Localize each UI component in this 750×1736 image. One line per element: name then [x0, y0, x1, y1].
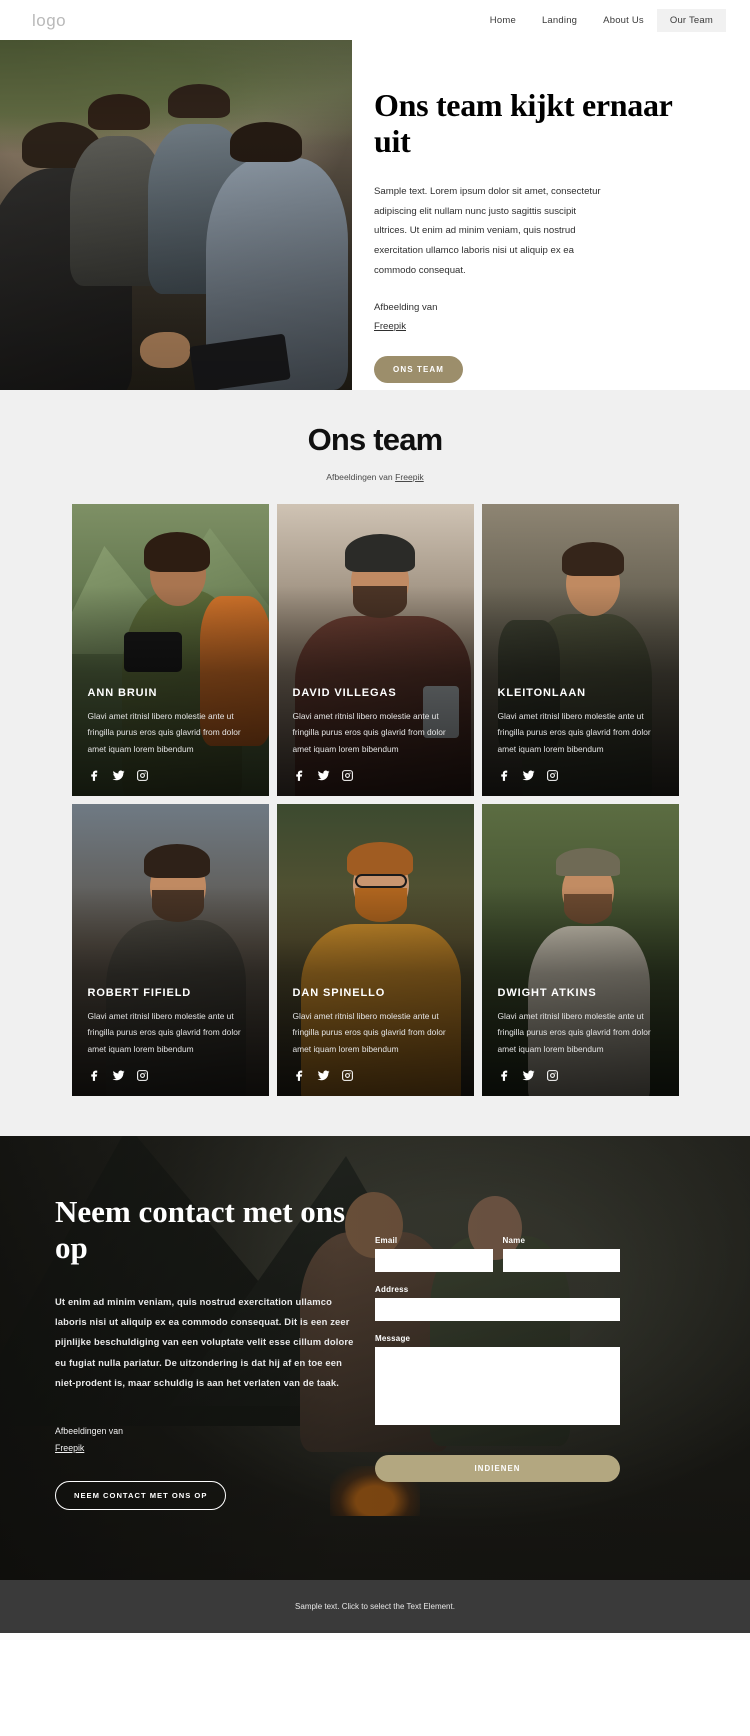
- field-email: Email: [375, 1236, 493, 1272]
- twitter-icon[interactable]: [112, 769, 125, 782]
- team-member-name: ANN BRUIN: [87, 686, 158, 699]
- message-label: Message: [375, 1334, 411, 1343]
- team-card[interactable]: KLEITONLAAN Glavi amet ritnisl libero mo…: [481, 504, 679, 796]
- social-links: [88, 1069, 253, 1082]
- contact-title: Neem contact met ons op: [55, 1194, 346, 1265]
- site-header: logo Home Landing About Us Our Team: [0, 0, 750, 40]
- instagram-icon[interactable]: [546, 769, 559, 782]
- social-links: [293, 769, 458, 782]
- message-input[interactable]: [375, 1347, 620, 1425]
- form-row-email-name: Email Name: [375, 1236, 620, 1272]
- contact-form: Email Name Address Message INDIENEN: [375, 1194, 620, 1510]
- contact-cta-button[interactable]: NEEM CONTACT MET ONS OP: [55, 1481, 227, 1511]
- contact-body-text: Ut enim ad minim veniam, quis nostrud ex…: [55, 1295, 354, 1388]
- nav-item-our-team[interactable]: Our Team: [656, 8, 726, 32]
- hero-credit-link[interactable]: Freepik: [374, 318, 700, 337]
- team-section: Ons team Afbeeldingen van Freepik ANN BR…: [0, 390, 750, 1136]
- contact-text-block: Neem contact met ons op Ut enim ad minim…: [55, 1194, 355, 1511]
- team-member-name: DAVID VILLEGAS: [292, 686, 397, 699]
- team-subtitle-link[interactable]: Freepik: [395, 472, 424, 482]
- email-input[interactable]: [375, 1249, 493, 1272]
- email-label: Email: [375, 1236, 398, 1245]
- name-label: Name: [502, 1236, 526, 1245]
- address-input[interactable]: [375, 1298, 620, 1321]
- nav-item-home[interactable]: Home: [477, 9, 529, 32]
- contact-credit-label: Afbeeldingen van: [55, 1426, 123, 1436]
- team-card[interactable]: DWIGHT ATKINS Glavi amet ritnisl libero …: [481, 804, 679, 1096]
- logo[interactable]: logo: [32, 12, 66, 29]
- hero-body-text: Sample text. Lorem ipsum dolor sit amet,…: [374, 185, 601, 276]
- social-links: [88, 769, 253, 782]
- social-links: [293, 1069, 458, 1082]
- facebook-icon[interactable]: [293, 1069, 306, 1082]
- instagram-icon[interactable]: [341, 769, 354, 782]
- submit-button[interactable]: INDIENEN: [375, 1455, 620, 1482]
- twitter-icon[interactable]: [522, 1069, 535, 1082]
- field-name: Name: [502, 1236, 620, 1272]
- field-address: Address: [375, 1285, 620, 1321]
- facebook-icon[interactable]: [88, 769, 101, 782]
- instagram-icon[interactable]: [136, 769, 149, 782]
- team-member-description: Glavi amet ritnisl libero molestie ante …: [87, 710, 241, 754]
- hero-section: Ons team kijkt ernaar uit Sample text. L…: [0, 40, 750, 390]
- hero-title: Ons team kijkt ernaar uit: [374, 87, 672, 160]
- nav-item-landing[interactable]: Landing: [529, 9, 590, 32]
- team-member-description: Glavi amet ritnisl libero molestie ante …: [292, 710, 446, 754]
- facebook-icon[interactable]: [88, 1069, 101, 1082]
- address-label: Address: [375, 1285, 409, 1294]
- team-member-description: Glavi amet ritnisl libero molestie ante …: [497, 710, 651, 754]
- instagram-icon[interactable]: [546, 1069, 559, 1082]
- footer-text[interactable]: Sample text. Click to select the Text El…: [0, 1602, 750, 1611]
- contact-credit-link[interactable]: Freepik: [55, 1440, 355, 1457]
- team-member-name: DAN SPINELLO: [292, 986, 386, 999]
- field-message: Message: [375, 1334, 620, 1430]
- team-member-name: KLEITONLAAN: [497, 686, 587, 699]
- social-links: [498, 769, 663, 782]
- team-member-name: ROBERT FIFIELD: [87, 986, 192, 999]
- nav-item-about-us[interactable]: About Us: [590, 9, 657, 32]
- team-card[interactable]: DAVID VILLEGAS Glavi amet ritnisl libero…: [276, 504, 474, 796]
- hero-photo-art: [0, 40, 352, 390]
- team-member-description: Glavi amet ritnisl libero molestie ante …: [292, 1010, 446, 1054]
- instagram-icon[interactable]: [341, 1069, 354, 1082]
- twitter-icon[interactable]: [317, 769, 330, 782]
- social-links: [498, 1069, 663, 1082]
- team-section-subtitle: Afbeeldingen van Freepik: [0, 472, 750, 482]
- team-subtitle-prefix: Afbeeldingen van: [326, 472, 396, 482]
- team-card[interactable]: ROBERT FIFIELD Glavi amet ritnisl libero…: [71, 804, 269, 1096]
- twitter-icon[interactable]: [522, 769, 535, 782]
- team-member-name: DWIGHT ATKINS: [497, 986, 597, 999]
- contact-credit: Afbeeldingen van Freepik: [55, 1423, 355, 1457]
- team-card[interactable]: ANN BRUIN Glavi amet ritnisl libero mole…: [71, 504, 269, 796]
- team-card[interactable]: DAN SPINELLO Glavi amet ritnisl libero m…: [276, 804, 474, 1096]
- hero-credit-label: Afbeelding van: [374, 302, 438, 314]
- team-member-description: Glavi amet ritnisl libero molestie ante …: [87, 1010, 241, 1054]
- name-input[interactable]: [502, 1249, 620, 1272]
- twitter-icon[interactable]: [112, 1069, 125, 1082]
- instagram-icon[interactable]: [136, 1069, 149, 1082]
- hero-credit: Afbeelding van Freepik: [374, 299, 700, 336]
- page-root: logo Home Landing About Us Our Team Ons …: [0, 0, 750, 1634]
- ons-team-button[interactable]: ONS TEAM: [374, 355, 464, 383]
- team-member-description: Glavi amet ritnisl libero molestie ante …: [497, 1010, 651, 1054]
- facebook-icon[interactable]: [293, 769, 306, 782]
- facebook-icon[interactable]: [498, 769, 511, 782]
- team-grid: ANN BRUIN Glavi amet ritnisl libero mole…: [0, 504, 750, 1096]
- site-footer: Sample text. Click to select the Text El…: [0, 1580, 750, 1634]
- twitter-icon[interactable]: [317, 1069, 330, 1082]
- main-navigation: Home Landing About Us Our Team: [477, 8, 726, 32]
- contact-section: Neem contact met ons op Ut enim ad minim…: [0, 1136, 750, 1581]
- hero-image: [0, 40, 352, 390]
- hero-text-block: Ons team kijkt ernaar uit Sample text. L…: [352, 40, 750, 390]
- facebook-icon[interactable]: [498, 1069, 511, 1082]
- team-section-title: Ons team: [307, 422, 444, 457]
